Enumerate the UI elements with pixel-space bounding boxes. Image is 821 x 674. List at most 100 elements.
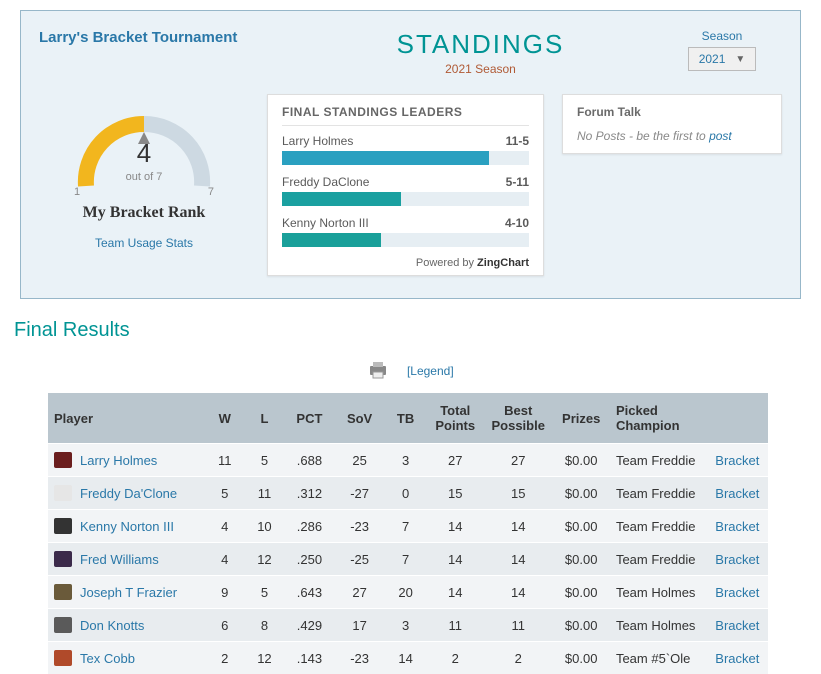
cell-pct: .250 — [284, 543, 334, 576]
cell-tb: 7 — [385, 543, 427, 576]
player-link[interactable]: Don Knotts — [80, 618, 144, 633]
cell-pct: .429 — [284, 609, 334, 642]
legend-link[interactable]: [Legend] — [407, 364, 454, 378]
cell-best: 14 — [484, 576, 552, 609]
cell-pct: .143 — [284, 642, 334, 674]
table-row: Larry Holmes115.6882532727$0.00Team Fred… — [48, 444, 768, 477]
cell-prizes: $0.00 — [552, 510, 610, 543]
tournament-name-link[interactable]: Larry's Bracket Tournament — [39, 29, 299, 46]
legend-row: [Legend] — [0, 360, 821, 383]
rank-scale: 1 7 — [74, 186, 214, 198]
leader-name: Larry Holmes — [282, 134, 353, 148]
bracket-link[interactable]: Bracket — [715, 585, 759, 600]
cell-best: 11 — [484, 609, 552, 642]
panel-header: Larry's Bracket Tournament STANDINGS 202… — [39, 29, 782, 76]
table-row: Fred Williams412.250-2571414$0.00Team Fr… — [48, 543, 768, 576]
cell-best: 15 — [484, 477, 552, 510]
header-l[interactable]: L — [245, 393, 285, 444]
cell-total: 14 — [427, 576, 485, 609]
header-best[interactable]: Best Possible — [484, 393, 552, 444]
leader-record: 5-11 — [506, 175, 529, 189]
leader-row-2: Freddy DaClone 5-11 — [282, 175, 529, 189]
forum-empty-message: No Posts - be the first to post — [577, 129, 767, 143]
cell-best: 27 — [484, 444, 552, 477]
print-icon[interactable] — [367, 360, 389, 383]
cell-tb: 3 — [385, 444, 427, 477]
player-link[interactable]: Kenny Norton III — [80, 519, 174, 534]
cell-best: 14 — [484, 510, 552, 543]
cell-w: 5 — [205, 477, 245, 510]
season-select[interactable]: 2021 ▼ — [688, 47, 757, 71]
cell-sov: -27 — [335, 477, 385, 510]
cell-prizes: $0.00 — [552, 543, 610, 576]
cell-l: 12 — [245, 642, 285, 674]
header-bracket — [709, 393, 768, 444]
bracket-link[interactable]: Bracket — [715, 453, 759, 468]
cell-tb: 3 — [385, 609, 427, 642]
rank-position: 4 — [137, 138, 151, 169]
cell-total: 2 — [427, 642, 485, 674]
cell-l: 12 — [245, 543, 285, 576]
player-link[interactable]: Joseph T Frazier — [80, 585, 177, 600]
cell-total: 14 — [427, 543, 485, 576]
final-results-title: Final Results — [14, 319, 821, 342]
leader-bar-2 — [282, 192, 529, 206]
header-pct[interactable]: PCT — [284, 393, 334, 444]
cell-w: 11 — [205, 444, 245, 477]
header-tb[interactable]: TB — [385, 393, 427, 444]
cell-w: 6 — [205, 609, 245, 642]
header-w[interactable]: W — [205, 393, 245, 444]
header-player[interactable]: Player — [48, 393, 205, 444]
cell-champ: Team Holmes — [610, 576, 709, 609]
cell-prizes: $0.00 — [552, 576, 610, 609]
cell-w: 4 — [205, 543, 245, 576]
final-results-table: Player W L PCT SoV TB Total Points Best … — [48, 393, 768, 674]
player-link[interactable]: Freddy Da'Clone — [80, 486, 177, 501]
cell-tb: 0 — [385, 477, 427, 510]
powered-by: Powered by ZingChart — [282, 257, 529, 269]
bracket-link[interactable]: Bracket — [715, 486, 759, 501]
table-header-row: Player W L PCT SoV TB Total Points Best … — [48, 393, 768, 444]
team-usage-stats-link[interactable]: Team Usage Stats — [95, 236, 193, 250]
player-link[interactable]: Fred Williams — [80, 552, 159, 567]
rank-scale-max: 7 — [208, 186, 214, 198]
cell-pct: .286 — [284, 510, 334, 543]
season-label: Season — [662, 29, 782, 43]
leader-record: 4-10 — [505, 216, 529, 230]
forum-post-link[interactable]: post — [709, 129, 732, 143]
cell-tb: 14 — [385, 642, 427, 674]
cell-l: 8 — [245, 609, 285, 642]
header-sov[interactable]: SoV — [335, 393, 385, 444]
leader-bar-3 — [282, 233, 529, 247]
cell-prizes: $0.00 — [552, 609, 610, 642]
table-row: Kenny Norton III410.286-2371414$0.00Team… — [48, 510, 768, 543]
player-link[interactable]: Tex Cobb — [80, 651, 135, 666]
cell-total: 14 — [427, 510, 485, 543]
standings-panel: Larry's Bracket Tournament STANDINGS 202… — [20, 10, 801, 299]
cell-total: 15 — [427, 477, 485, 510]
player-link[interactable]: Larry Holmes — [80, 453, 157, 468]
avatar — [54, 551, 72, 567]
powered-prefix: Powered by — [416, 257, 477, 269]
cell-best: 14 — [484, 543, 552, 576]
bracket-link[interactable]: Bracket — [715, 552, 759, 567]
header-champ[interactable]: Picked Champion — [610, 393, 709, 444]
header-prizes[interactable]: Prizes — [552, 393, 610, 444]
cell-w: 2 — [205, 642, 245, 674]
cell-sov: -25 — [335, 543, 385, 576]
bracket-link[interactable]: Bracket — [715, 519, 759, 534]
header-total[interactable]: Total Points — [427, 393, 485, 444]
leader-row-1: Larry Holmes 11-5 — [282, 134, 529, 148]
standings-title: STANDINGS — [299, 29, 662, 60]
chevron-down-icon: ▼ — [735, 54, 745, 65]
bracket-link[interactable]: Bracket — [715, 618, 759, 633]
cell-champ: Team Freddie — [610, 444, 709, 477]
table-row: Don Knotts68.4291731111$0.00Team HolmesB… — [48, 609, 768, 642]
powered-brand[interactable]: ZingChart — [477, 257, 529, 269]
cell-tb: 20 — [385, 576, 427, 609]
avatar — [54, 617, 72, 633]
table-row: Tex Cobb212.143-231422$0.00Team #5`OleBr… — [48, 642, 768, 674]
cell-l: 5 — [245, 444, 285, 477]
cell-sov: 25 — [335, 444, 385, 477]
bracket-link[interactable]: Bracket — [715, 651, 759, 666]
